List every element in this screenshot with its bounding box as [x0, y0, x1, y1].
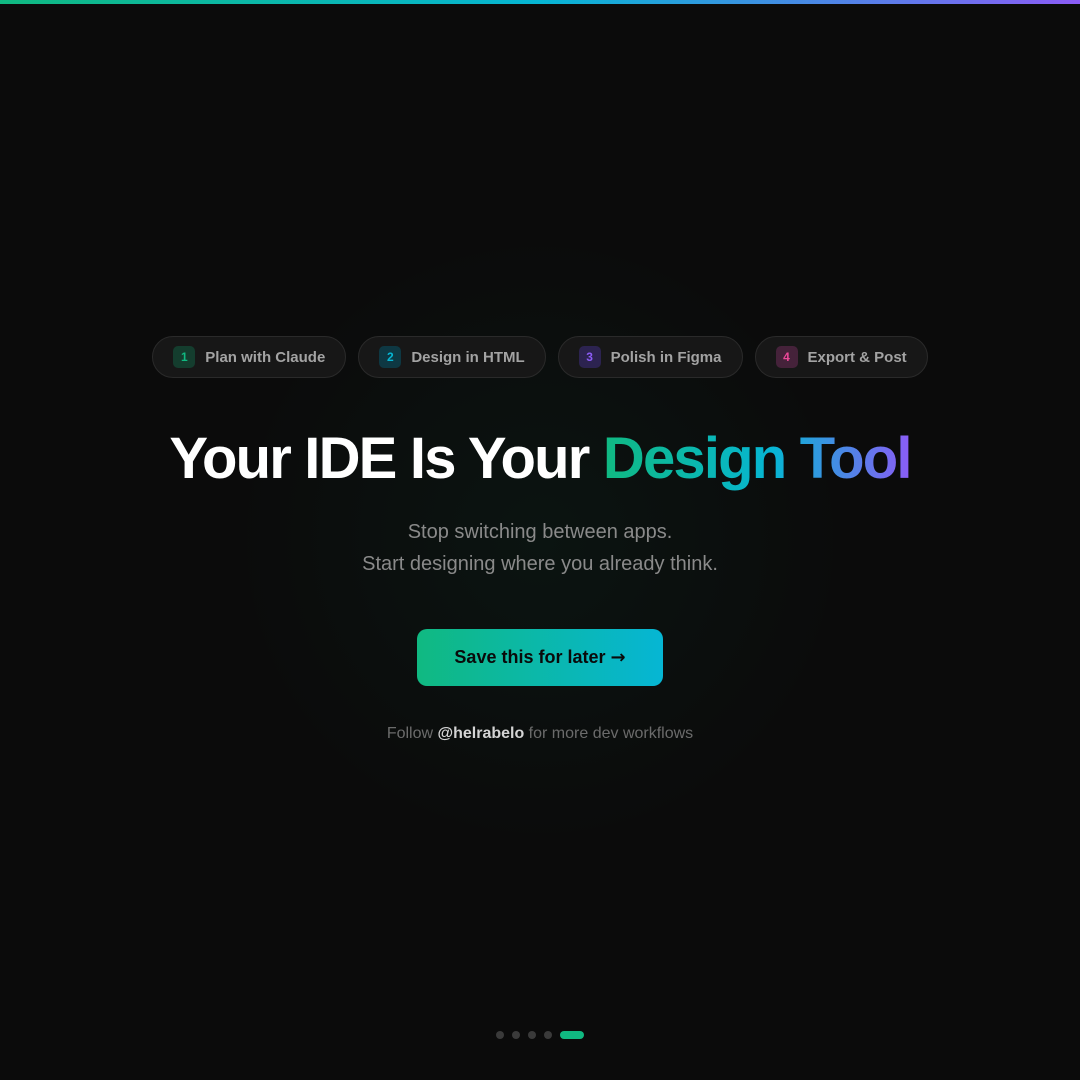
step-polish-in-figma[interactable]: 3 Polish in Figma — [557, 336, 743, 378]
step-label: Plan with Claude — [205, 348, 326, 366]
follow-line: Follow @helrabelo for more dev workflows — [0, 724, 1080, 744]
arrow-right-icon: → — [610, 647, 626, 668]
save-button-label: Save this for later — [454, 647, 606, 667]
pagination-dot[interactable] — [544, 1031, 552, 1039]
subtitle-line-1: Stop switching between apps. — [407, 521, 673, 543]
pagination-dot-active[interactable] — [560, 1031, 584, 1039]
pagination-dot[interactable] — [528, 1031, 536, 1039]
step-number-badge: 1 — [173, 346, 196, 368]
step-number-badge: 3 — [578, 346, 601, 368]
headline-lead: Your IDE Is Your — [169, 426, 590, 491]
headline-accent: Design Tool — [602, 426, 913, 491]
workflow-steps: 1 Plan with Claude 2 Design in HTML 3 Po… — [0, 336, 1080, 378]
follow-prefix: Follow — [386, 725, 438, 742]
pagination-dot[interactable] — [496, 1031, 504, 1039]
headline: Your IDE Is Your Design Tool — [0, 426, 1080, 492]
profile-handle-link[interactable]: @helrabelo — [438, 725, 525, 742]
save-for-later-button[interactable]: Save this for later → — [417, 629, 663, 686]
pagination-dots — [0, 1031, 1080, 1039]
step-design-in-html[interactable]: 2 Design in HTML — [358, 336, 546, 378]
step-label: Design in HTML — [411, 348, 525, 366]
step-plan-with-claude[interactable]: 1 Plan with Claude — [152, 336, 347, 378]
step-export-and-post[interactable]: 4 Export & Post — [754, 336, 928, 378]
step-number-badge: 2 — [379, 346, 402, 368]
step-label: Export & Post — [807, 348, 907, 366]
top-gradient-bar — [0, 0, 1080, 4]
subtitle-line-2: Start designing where you already think. — [362, 553, 718, 575]
pagination-dot[interactable] — [512, 1031, 520, 1039]
step-label: Polish in Figma — [610, 348, 722, 366]
follow-suffix: for more dev workflows — [524, 725, 694, 742]
step-number-badge: 4 — [775, 346, 798, 368]
